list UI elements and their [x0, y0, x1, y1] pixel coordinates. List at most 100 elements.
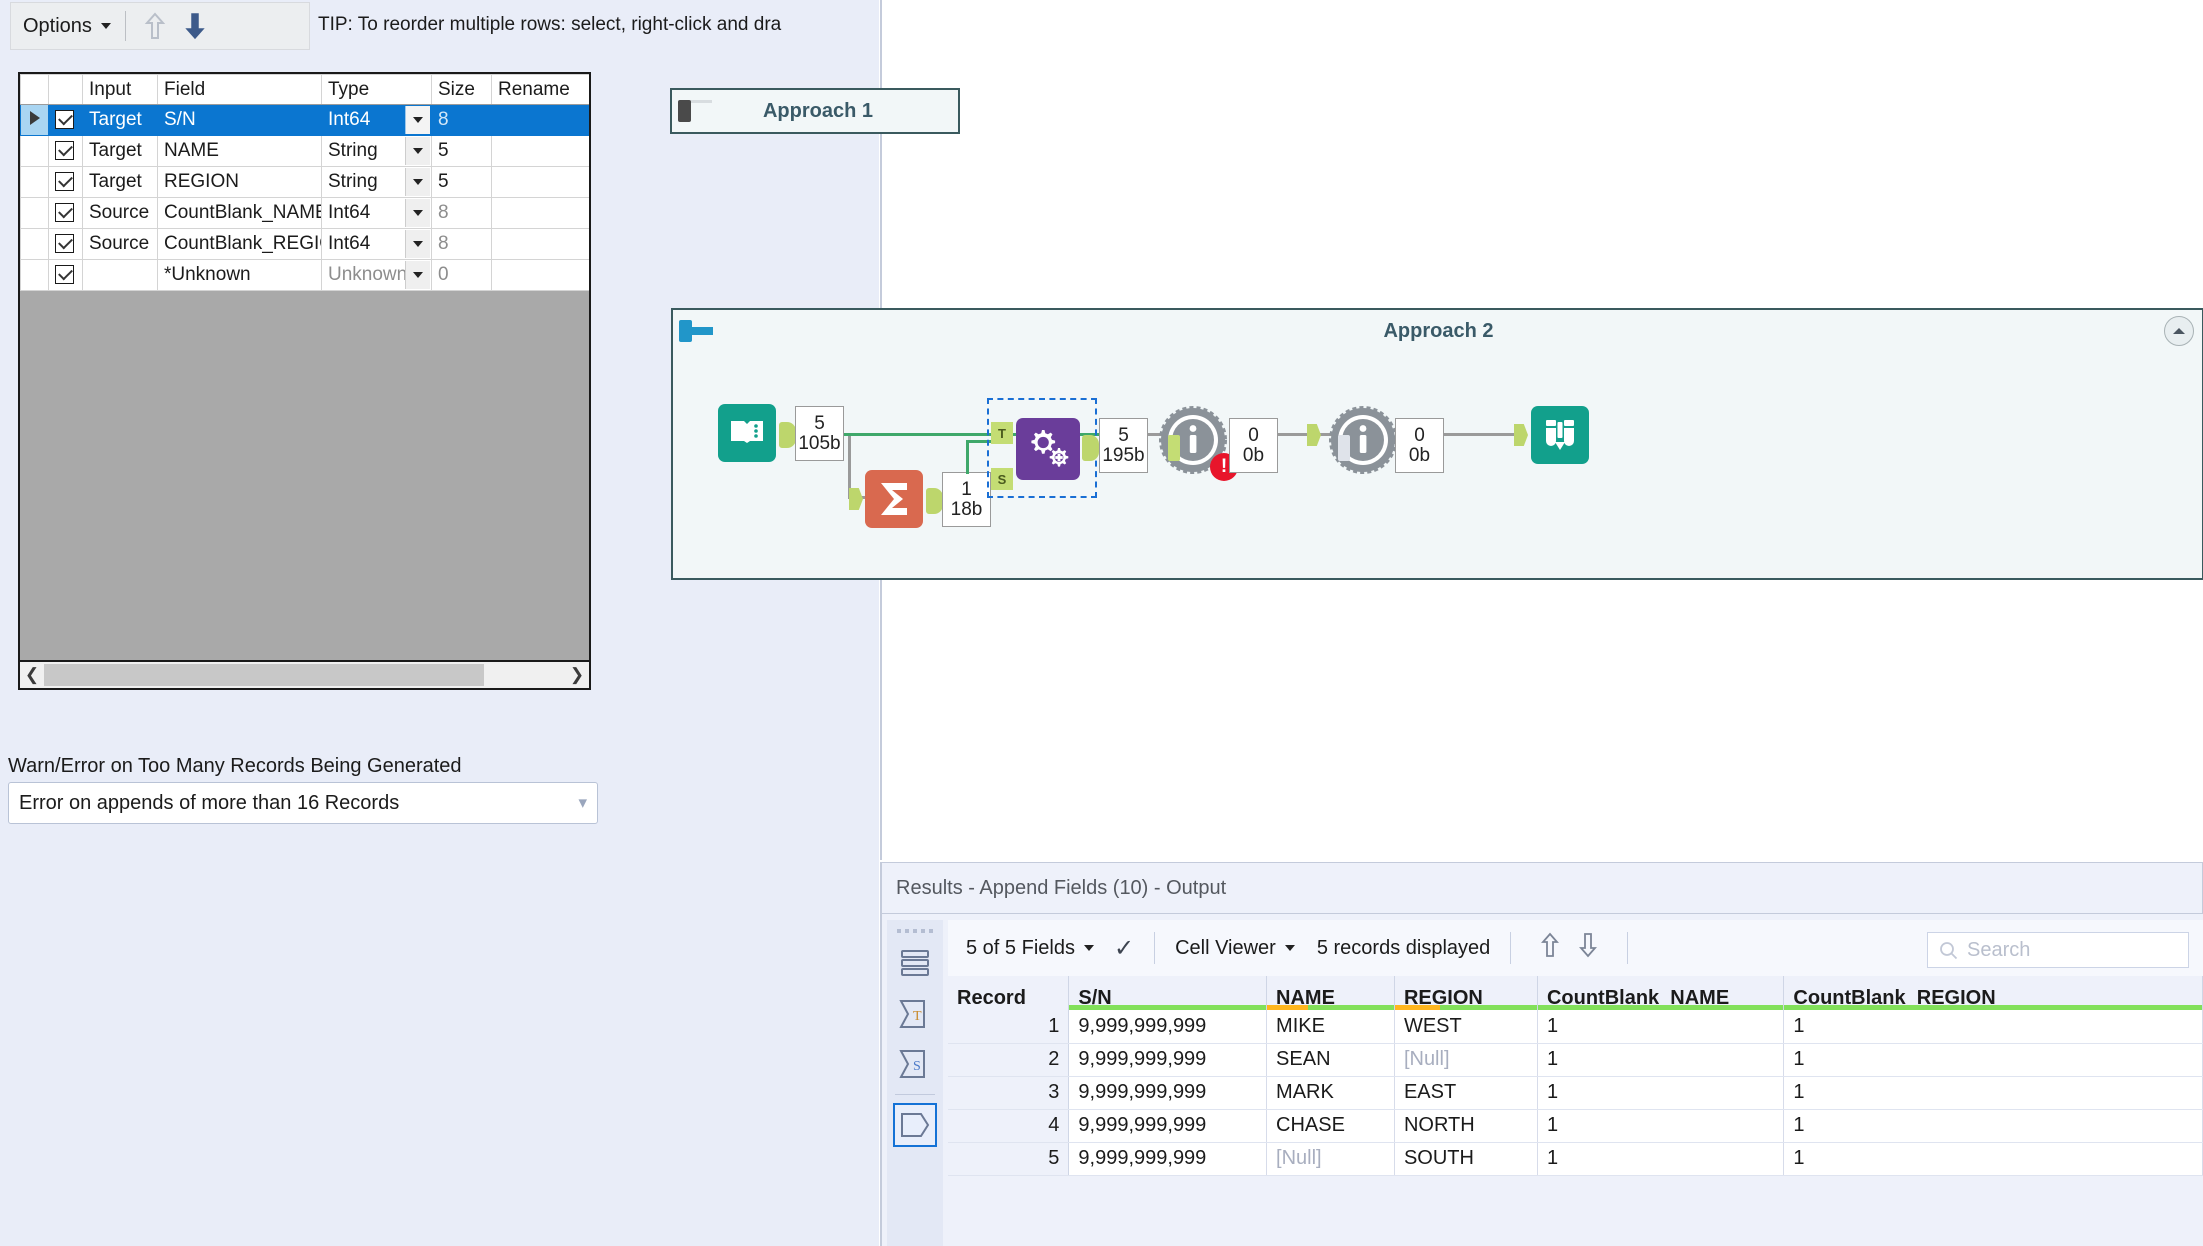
results-column-header[interactable]: CountBlank_NAME — [1537, 976, 1785, 1010]
cell-countblank-name[interactable]: 1 — [1537, 1142, 1785, 1176]
chevron-down-icon[interactable] — [405, 137, 430, 165]
table-row[interactable]: 3 9,999,999,999 MARK EAST 1 1 — [948, 1076, 2203, 1110]
cell-sn[interactable]: 9,999,999,999 — [1068, 1142, 1268, 1176]
cell-field[interactable]: CountBlank_REGION — [157, 228, 322, 260]
results-column-header[interactable]: S/N — [1068, 976, 1268, 1010]
cell-input[interactable]: Target — [82, 166, 158, 198]
cell-input[interactable]: Source — [82, 228, 158, 260]
cell-field[interactable]: REGION — [157, 166, 322, 198]
field-row[interactable]: Target NAME String 5 — [20, 135, 589, 167]
cell-rename[interactable] — [491, 166, 589, 198]
cell-region[interactable]: EAST — [1394, 1076, 1538, 1110]
cell-type[interactable]: Int64 — [321, 197, 432, 229]
cell-input[interactable]: Source — [82, 197, 158, 229]
th-input[interactable]: Input — [82, 74, 158, 105]
chevron-down-icon[interactable] — [405, 168, 430, 196]
cell-size[interactable]: 5 — [431, 135, 492, 167]
cell-countblank-name[interactable]: 1 — [1537, 1043, 1785, 1077]
search-input[interactable]: Search — [1927, 932, 2189, 968]
table-row[interactable]: 2 9,999,999,999 SEAN [Null] 1 1 — [948, 1043, 2203, 1077]
cell-name[interactable]: MIKE — [1266, 1010, 1395, 1044]
container-approach-2[interactable]: Approach 2 5 105b 1 18b T S 5 195b ! 0 0… — [671, 308, 2203, 580]
results-next-button[interactable] — [1569, 931, 1607, 965]
row-checkbox[interactable] — [48, 197, 83, 229]
th-type[interactable]: Type — [321, 74, 432, 105]
cell-field[interactable]: S/N — [157, 104, 322, 136]
select1-output-anchor[interactable] — [1168, 435, 1180, 461]
container-approach-1-header[interactable]: Approach 1 — [672, 90, 958, 132]
cell-countblank-name[interactable]: 1 — [1537, 1109, 1785, 1143]
tool-summarize[interactable] — [865, 470, 923, 528]
cell-name[interactable]: CHASE — [1266, 1109, 1395, 1143]
cell-sn[interactable]: 9,999,999,999 — [1068, 1076, 1268, 1110]
append-target-anchor[interactable]: T — [991, 422, 1013, 444]
cell-viewer-selector[interactable]: Cell Viewer — [1175, 937, 1295, 960]
cell-rename[interactable] — [491, 135, 589, 167]
container-collapse-button[interactable] — [2164, 316, 2194, 346]
cell-size[interactable]: 5 — [431, 166, 492, 198]
chevron-down-icon[interactable] — [405, 106, 430, 134]
results-table-container[interactable]: Record S/N NAME REGION CountBlank_NAME CountB… — [948, 976, 2203, 1246]
data-view-icon[interactable] — [893, 942, 937, 986]
cell-name[interactable]: SEAN — [1266, 1043, 1395, 1077]
cell-sn[interactable]: 9,999,999,999 — [1068, 1010, 1268, 1044]
row-checkbox[interactable] — [48, 228, 83, 260]
scroll-left-icon[interactable]: ❮ — [20, 663, 44, 687]
checkmark-icon[interactable]: ✓ — [1114, 934, 1134, 963]
cell-field[interactable]: CountBlank_NAME — [157, 197, 322, 229]
chevron-down-icon[interactable] — [405, 261, 430, 289]
select2-input-anchor[interactable] — [1307, 424, 1321, 446]
cell-rename[interactable] — [491, 228, 589, 260]
cell-countblank-region[interactable]: 1 — [1783, 1142, 2203, 1176]
cell-countblank-region[interactable]: 1 — [1783, 1043, 2203, 1077]
scrollbar-thumb[interactable] — [44, 664, 484, 686]
field-row[interactable]: Target REGION String 5 — [20, 166, 589, 198]
results-column-header[interactable]: NAME — [1266, 976, 1395, 1010]
cell-sn[interactable]: 9,999,999,999 — [1068, 1043, 1268, 1077]
th-size[interactable]: Size — [431, 74, 492, 105]
output-anchor-icon[interactable] — [893, 1103, 937, 1147]
row-selector[interactable] — [20, 104, 49, 136]
cell-rename[interactable] — [491, 197, 589, 229]
chevron-down-icon[interactable] — [405, 199, 430, 227]
drag-grip-icon[interactable] — [896, 926, 934, 936]
row-checkbox[interactable] — [48, 259, 83, 291]
scroll-right-icon[interactable]: ❯ — [565, 663, 589, 687]
field-row[interactable]: Source CountBlank_NAME Int64 8 — [20, 197, 589, 229]
table-row[interactable]: 4 9,999,999,999 CHASE NORTH 1 1 — [948, 1109, 2203, 1143]
cell-rename[interactable] — [491, 259, 589, 291]
cell-countblank-name[interactable]: 1 — [1537, 1010, 1785, 1044]
tool-append-fields[interactable] — [1016, 418, 1080, 480]
results-column-header[interactable]: CountBlank_REGION — [1783, 976, 2203, 1010]
th-rename[interactable]: Rename — [491, 74, 589, 105]
cell-input[interactable]: Target — [82, 104, 158, 136]
cell-type[interactable]: String — [321, 135, 432, 167]
cell-size[interactable]: 8 — [431, 197, 492, 229]
results-prev-button[interactable] — [1531, 931, 1569, 965]
options-menu-button[interactable]: Options — [23, 15, 111, 38]
summarize-input-anchor[interactable] — [849, 488, 863, 510]
row-checkbox[interactable] — [48, 166, 83, 198]
fields-selector[interactable]: 5 of 5 Fields — [966, 937, 1094, 960]
cell-type[interactable]: Int64 — [321, 104, 432, 136]
cell-region[interactable]: SOUTH — [1394, 1142, 1538, 1176]
table-row[interactable]: 5 9,999,999,999 [Null] SOUTH 1 1 — [948, 1142, 2203, 1176]
row-selector[interactable] — [20, 228, 49, 260]
cell-type[interactable]: String — [321, 166, 432, 198]
cell-rename[interactable] — [491, 104, 589, 136]
cell-input[interactable]: Target — [82, 135, 158, 167]
grid-horizontal-scrollbar[interactable]: ❮ ❯ — [18, 662, 591, 690]
cell-type[interactable]: Unknown — [321, 259, 432, 291]
warn-error-dropdown[interactable]: Error on appends of more than 16 Records… — [8, 782, 598, 824]
cell-countblank-region[interactable]: 1 — [1783, 1010, 2203, 1044]
summarize-output-anchor[interactable] — [926, 488, 943, 514]
cell-region[interactable]: [Null] — [1394, 1043, 1538, 1077]
table-row[interactable]: 1 9,999,999,999 MIKE WEST 1 1 — [948, 1010, 2203, 1044]
field-row[interactable]: Target S/N Int64 8 — [20, 104, 589, 136]
row-selector[interactable] — [20, 166, 49, 198]
cell-region[interactable]: NORTH — [1394, 1109, 1538, 1143]
append-source-anchor[interactable]: S — [991, 468, 1013, 490]
container-approach-1[interactable]: Approach 1 — [670, 88, 960, 134]
cell-size[interactable]: 8 — [431, 104, 492, 136]
field-row[interactable]: *Unknown Unknown 0 — [20, 259, 589, 291]
